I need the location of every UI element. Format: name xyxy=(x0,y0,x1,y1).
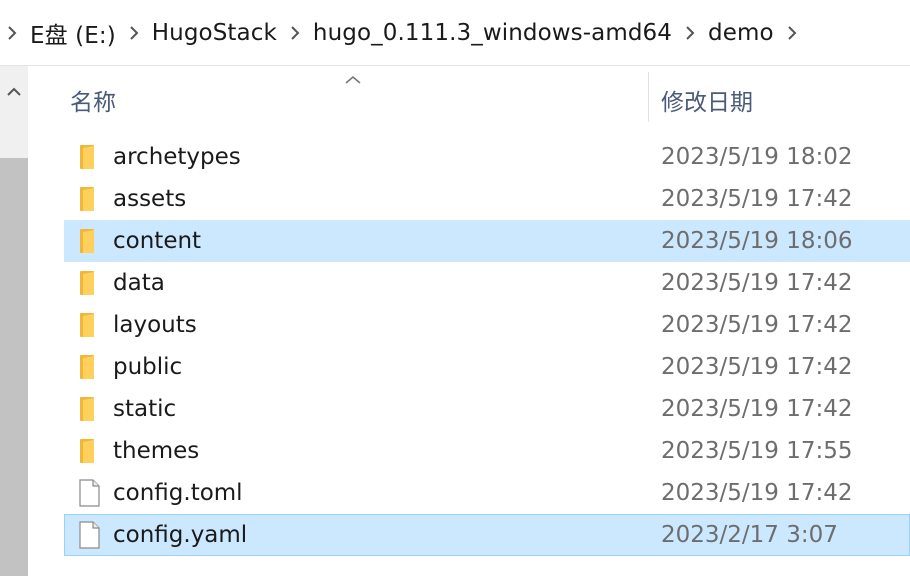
folder-icon xyxy=(76,268,102,298)
breadcrumb-item-demo[interactable]: demo xyxy=(702,20,780,46)
file-name: data xyxy=(113,270,165,296)
chevron-right-icon[interactable] xyxy=(0,21,24,45)
file-explorer-window: E盘 (E:) HugoStack hugo_0.111.3_windows-a… xyxy=(0,0,910,576)
chevron-right-icon[interactable] xyxy=(122,21,146,45)
file-icon xyxy=(76,478,102,508)
breadcrumb-item-drive-e[interactable]: E盘 (E:) xyxy=(24,16,122,50)
file-name: public xyxy=(113,354,183,380)
folder-icon xyxy=(76,352,102,382)
file-date: 2023/5/19 18:02 xyxy=(661,144,853,170)
list-item[interactable]: assets 2023/5/19 17:42 xyxy=(64,178,910,220)
list-item[interactable]: config.toml 2023/5/19 17:42 xyxy=(64,472,910,514)
folder-icon xyxy=(76,184,102,214)
file-name: config.toml xyxy=(113,480,243,506)
list-item[interactable]: layouts 2023/5/19 17:42 xyxy=(64,304,910,346)
breadcrumb: E盘 (E:) HugoStack hugo_0.111.3_windows-a… xyxy=(0,0,910,66)
file-date: 2023/5/19 17:42 xyxy=(661,354,853,380)
chevron-right-icon[interactable] xyxy=(283,21,307,45)
folder-icon xyxy=(76,394,102,424)
column-header-name[interactable]: 名称 xyxy=(70,78,116,122)
chevron-up-icon[interactable] xyxy=(0,72,28,112)
list-item[interactable]: themes 2023/5/19 17:55 xyxy=(64,430,910,472)
file-date: 2023/5/19 17:42 xyxy=(661,270,853,296)
column-divider[interactable] xyxy=(648,72,649,122)
folder-icon xyxy=(76,310,102,340)
file-date: 2023/5/19 17:42 xyxy=(661,396,853,422)
file-name: layouts xyxy=(113,312,197,338)
file-date: 2023/5/19 17:42 xyxy=(661,480,853,506)
file-icon xyxy=(76,520,102,550)
list-item[interactable]: data 2023/5/19 17:42 xyxy=(64,262,910,304)
file-date: 2023/5/19 17:42 xyxy=(661,312,853,338)
folder-icon xyxy=(76,142,102,172)
file-date: 2023/2/17 3:07 xyxy=(661,522,838,548)
file-name: static xyxy=(113,396,177,422)
scrollbar-thumb[interactable] xyxy=(0,158,28,576)
file-name: archetypes xyxy=(113,144,241,170)
list-item[interactable]: archetypes 2023/5/19 18:02 xyxy=(64,136,910,178)
chevron-right-icon[interactable] xyxy=(780,21,804,45)
file-date: 2023/5/19 17:55 xyxy=(661,438,853,464)
file-name: content xyxy=(113,228,202,254)
folder-icon xyxy=(76,436,102,466)
column-header-date-modified[interactable]: 修改日期 xyxy=(661,78,753,122)
list-item[interactable]: public 2023/5/19 17:42 xyxy=(64,346,910,388)
file-name: assets xyxy=(113,186,187,212)
breadcrumb-item-hugo-release[interactable]: hugo_0.111.3_windows-amd64 xyxy=(307,20,678,46)
file-list: archetypes 2023/5/19 18:02 assets 2023/5… xyxy=(64,136,910,556)
vertical-scrollbar[interactable] xyxy=(0,66,28,576)
file-name: themes xyxy=(113,438,200,464)
file-name: config.yaml xyxy=(113,522,248,548)
file-date: 2023/5/19 18:06 xyxy=(661,228,853,254)
chevron-right-icon[interactable] xyxy=(678,21,702,45)
breadcrumb-item-hugostack[interactable]: HugoStack xyxy=(146,20,283,46)
file-date: 2023/5/19 17:42 xyxy=(661,186,853,212)
list-item[interactable]: static 2023/5/19 17:42 xyxy=(64,388,910,430)
sort-ascending-icon xyxy=(344,70,362,84)
list-item-focused[interactable]: config.yaml 2023/2/17 3:07 xyxy=(64,514,910,556)
list-item-selected[interactable]: content 2023/5/19 18:06 xyxy=(64,220,910,262)
folder-icon xyxy=(76,226,102,256)
